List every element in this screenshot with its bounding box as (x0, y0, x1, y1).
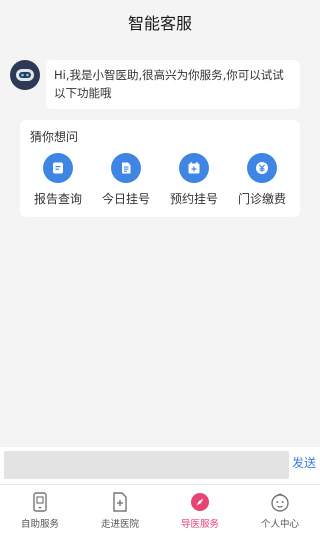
suggestion-appointment[interactable]: 预约挂号 (162, 153, 226, 209)
message-input-bar: 发送 (0, 447, 320, 484)
phone-icon (30, 492, 50, 512)
document-icon (111, 153, 141, 183)
tab-enter-hospital[interactable]: 走进医院 (80, 485, 160, 533)
yuan-coin-icon (247, 153, 277, 183)
message-input[interactable] (4, 451, 289, 479)
header-bar: 智能客服 (0, 0, 320, 44)
suggestions-title: 猜你想问 (30, 130, 79, 144)
send-button[interactable]: 发送 (292, 454, 316, 471)
suggestion-today-register[interactable]: 今日挂号 (94, 153, 158, 209)
tab-label: 自助服务 (20, 519, 59, 530)
bottom-tab-bar: 自助服务 走进医院 导医服务 个人中心 (0, 484, 320, 533)
hospital-doc-icon (110, 492, 130, 512)
tab-label: 走进医院 (100, 519, 139, 530)
suggestion-label: 今日挂号 (101, 192, 150, 206)
baby-face-icon (270, 492, 290, 512)
tab-personal-center[interactable]: 个人中心 (240, 485, 320, 533)
suggestion-label: 预约挂号 (169, 192, 218, 206)
report-icon (43, 153, 73, 183)
compass-icon (190, 492, 210, 512)
page-title: 智能客服 (127, 14, 192, 33)
suggestion-label: 报告查询 (33, 192, 82, 206)
suggestion-label: 门诊缴费 (237, 192, 286, 206)
robot-avatar-icon (10, 60, 40, 90)
suggestions-card: 猜你想问 报告查询 今日挂号 预约挂号 门诊缴费 (20, 120, 300, 217)
tab-label: 个人中心 (260, 519, 299, 530)
suggestion-report-query[interactable]: 报告查询 (26, 153, 90, 209)
suggestion-outpatient-payment[interactable]: 门诊缴费 (230, 153, 294, 209)
calendar-plus-icon (179, 153, 209, 183)
tab-label: 导医服务 (180, 519, 219, 530)
tab-guide-service[interactable]: 导医服务 (160, 485, 240, 533)
tab-self-service[interactable]: 自助服务 (0, 485, 80, 533)
bot-message-bubble: Hi,我是小智医助,很高兴为你服务,你可以试试以下功能哦 (46, 60, 300, 109)
